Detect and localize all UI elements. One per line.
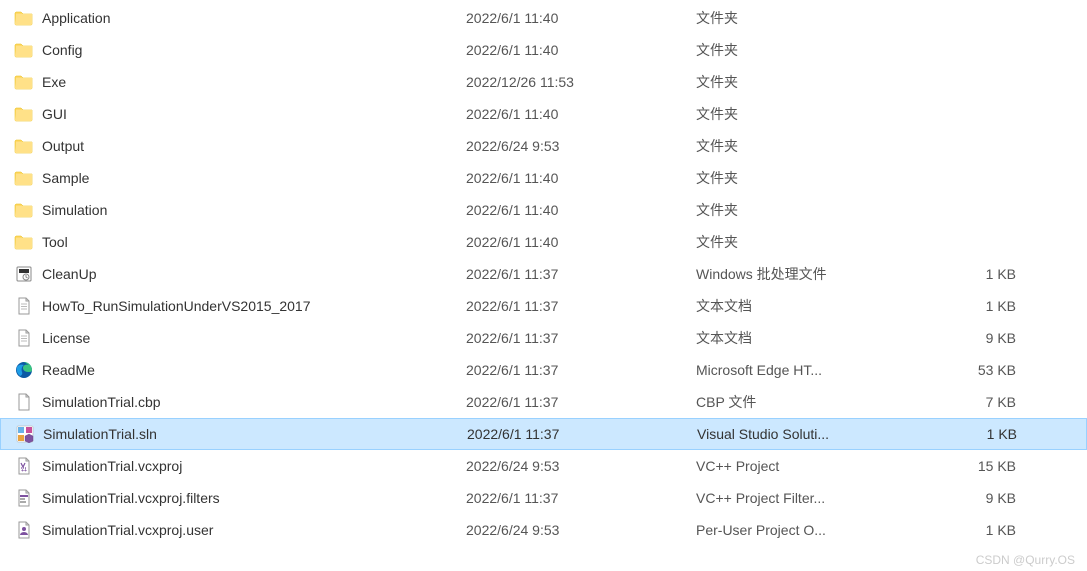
file-type: 文件夹 (696, 136, 946, 156)
file-type: 文件夹 (696, 104, 946, 124)
file-name: ReadMe (36, 362, 466, 378)
file-date: 2022/6/1 11:37 (466, 490, 696, 506)
folder-icon (12, 72, 36, 92)
folder-icon (12, 40, 36, 60)
file-date: 2022/6/1 11:37 (466, 298, 696, 314)
file-type: Visual Studio Soluti... (697, 426, 947, 442)
vcxuser-icon (12, 521, 36, 539)
folder-icon (12, 136, 36, 156)
file-type: 文件夹 (696, 72, 946, 92)
file-type: 文件夹 (696, 232, 946, 252)
file-row[interactable]: ReadMe2022/6/1 11:37Microsoft Edge HT...… (0, 354, 1087, 386)
file-size: 9 KB (946, 490, 1036, 506)
file-name: CleanUp (36, 266, 466, 282)
file-date: 2022/6/24 9:53 (466, 522, 696, 538)
file-size: 53 KB (946, 362, 1036, 378)
file-date: 2022/6/1 11:37 (466, 362, 696, 378)
file-type: 文件夹 (696, 40, 946, 60)
file-date: 2022/6/1 11:40 (466, 234, 696, 250)
folder-icon (12, 168, 36, 188)
file-row[interactable]: SimulationTrial.sln2022/6/1 11:37Visual … (0, 418, 1087, 450)
file-name: Sample (36, 170, 466, 186)
file-type: 文件夹 (696, 200, 946, 220)
edge-icon (12, 361, 36, 379)
file-type: Per-User Project O... (696, 522, 946, 538)
file-row[interactable]: Exe2022/12/26 11:53文件夹 (0, 66, 1087, 98)
file-date: 2022/6/1 11:40 (466, 106, 696, 122)
file-date: 2022/6/24 9:53 (466, 458, 696, 474)
file-type: Microsoft Edge HT... (696, 362, 946, 378)
file-type: 文本文档 (696, 296, 946, 316)
file-date: 2022/6/1 11:40 (466, 42, 696, 58)
file-type: VC++ Project Filter... (696, 490, 946, 506)
file-date: 2022/6/1 11:40 (466, 170, 696, 186)
sln-icon (13, 425, 37, 443)
file-name: Application (36, 10, 466, 26)
file-row[interactable]: CleanUp2022/6/1 11:37Windows 批处理文件1 KB (0, 258, 1087, 290)
file-name: SimulationTrial.cbp (36, 394, 466, 410)
file-row[interactable]: Simulation2022/6/1 11:40文件夹 (0, 194, 1087, 226)
file-type: 文本文档 (696, 328, 946, 348)
file-list: Application2022/6/1 11:40文件夹Config2022/6… (0, 0, 1087, 546)
file-row[interactable]: ++ SimulationTrial.vcxproj2022/6/24 9:53V… (0, 450, 1087, 482)
file-date: 2022/6/1 11:37 (466, 330, 696, 346)
file-row[interactable]: SimulationTrial.vcxproj.user2022/6/24 9:… (0, 514, 1087, 546)
file-type: Windows 批处理文件 (696, 264, 946, 284)
text-icon (12, 329, 36, 347)
vcxproj-icon: ++ (12, 457, 36, 475)
svg-text:++: ++ (21, 468, 27, 474)
file-type: 文件夹 (696, 8, 946, 28)
file-row[interactable]: SimulationTrial.vcxproj.filters2022/6/1 … (0, 482, 1087, 514)
file-size: 15 KB (946, 458, 1036, 474)
file-row[interactable]: Application2022/6/1 11:40文件夹 (0, 2, 1087, 34)
file-size: 1 KB (947, 426, 1037, 442)
file-size: 9 KB (946, 330, 1036, 346)
file-row[interactable]: SimulationTrial.cbp2022/6/1 11:37CBP 文件7… (0, 386, 1087, 418)
file-name: HowTo_RunSimulationUnderVS2015_2017 (36, 298, 466, 314)
batch-icon (12, 265, 36, 283)
file-name: Simulation (36, 202, 466, 218)
file-row[interactable]: License2022/6/1 11:37文本文档9 KB (0, 322, 1087, 354)
file-name: SimulationTrial.vcxproj (36, 458, 466, 474)
file-row[interactable]: GUI2022/6/1 11:40文件夹 (0, 98, 1087, 130)
file-name: GUI (36, 106, 466, 122)
folder-icon (12, 104, 36, 124)
folder-icon (12, 200, 36, 220)
file-name: Output (36, 138, 466, 154)
file-name: Exe (36, 74, 466, 90)
file-date: 2022/6/1 11:37 (466, 266, 696, 282)
folder-icon (12, 8, 36, 28)
file-row[interactable]: Output2022/6/24 9:53文件夹 (0, 130, 1087, 162)
file-name: Config (36, 42, 466, 58)
file-date: 2022/6/1 11:37 (466, 394, 696, 410)
file-name: SimulationTrial.sln (37, 426, 467, 442)
file-row[interactable]: Tool2022/6/1 11:40文件夹 (0, 226, 1087, 258)
file-type: VC++ Project (696, 458, 946, 474)
text-icon (12, 297, 36, 315)
file-date: 2022/6/24 9:53 (466, 138, 696, 154)
file-date: 2022/12/26 11:53 (466, 74, 696, 90)
file-date: 2022/6/1 11:40 (466, 202, 696, 218)
file-size: 7 KB (946, 394, 1036, 410)
file-name: SimulationTrial.vcxproj.user (36, 522, 466, 538)
file-size: 1 KB (946, 266, 1036, 282)
file-type: CBP 文件 (696, 392, 946, 412)
file-date: 2022/6/1 11:37 (467, 426, 697, 442)
vcxfilters-icon (12, 489, 36, 507)
file-row[interactable]: Sample2022/6/1 11:40文件夹 (0, 162, 1087, 194)
file-row[interactable]: Config2022/6/1 11:40文件夹 (0, 34, 1087, 66)
file-row[interactable]: HowTo_RunSimulationUnderVS2015_20172022/… (0, 290, 1087, 322)
watermark: CSDN @Qurry.OS (976, 553, 1075, 567)
file-name: Tool (36, 234, 466, 250)
file-size: 1 KB (946, 522, 1036, 538)
file-icon (12, 393, 36, 411)
file-name: License (36, 330, 466, 346)
file-size: 1 KB (946, 298, 1036, 314)
file-date: 2022/6/1 11:40 (466, 10, 696, 26)
folder-icon (12, 232, 36, 252)
file-name: SimulationTrial.vcxproj.filters (36, 490, 466, 506)
file-type: 文件夹 (696, 168, 946, 188)
